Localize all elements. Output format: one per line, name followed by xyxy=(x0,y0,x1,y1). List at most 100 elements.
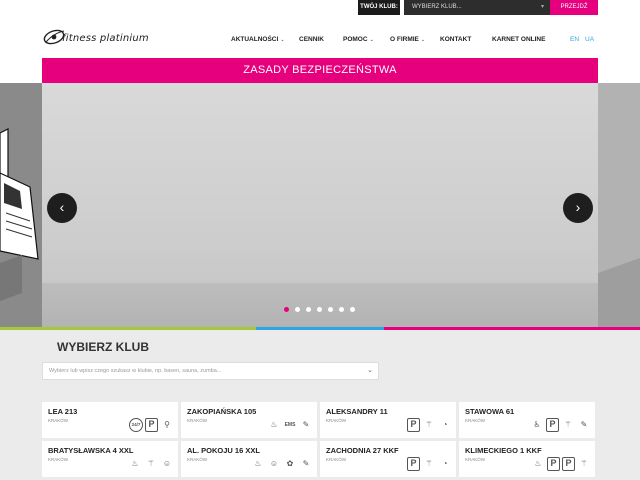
lang-en-link[interactable]: EN xyxy=(570,36,579,43)
amenity-icons: ♨ P P ⚚ xyxy=(529,457,591,473)
amenity-icon: ✎ xyxy=(580,420,588,429)
amenity-icon: ⚲ xyxy=(164,420,170,429)
nav-label: AKTUALNOŚCI xyxy=(231,36,279,43)
club-name: BRATYSŁAWSKA 4 XXL xyxy=(48,446,134,455)
amenity-icon: ♨ xyxy=(131,459,139,468)
nav-item-pomoc[interactable]: POMOC ⌄ xyxy=(343,36,374,46)
amenity-icon: ⚚ xyxy=(147,459,155,468)
club-city: KRAKÓW xyxy=(326,418,347,423)
lang-ua-link[interactable]: UA xyxy=(585,36,594,43)
club-card[interactable]: ALEKSANDRY 11 KRAKÓW P ⚚ ◔ xyxy=(320,402,456,438)
club-select[interactable]: WYBIERZ KLUB... ▾ xyxy=(404,0,550,15)
hero-slider: ‹ › xyxy=(0,83,640,327)
amenity-icon: P xyxy=(145,418,158,432)
nav-label: O FIRMIE xyxy=(390,36,419,43)
amenity-icon: ⚚ xyxy=(425,420,433,429)
club-label: TWÓJ KLUB: xyxy=(358,0,400,15)
club-city: KRAKÓW xyxy=(48,418,69,423)
club-name: ZACHODNIA 27 KKF xyxy=(326,446,399,455)
club-card[interactable]: KLIMECKIEGO 1 KKF KRAKÓW ♨ P P ⚚ xyxy=(459,441,595,477)
amenity-icons: ♨ ☺ ✿ ✎ xyxy=(249,457,313,473)
slider-dot[interactable] xyxy=(339,307,344,312)
slider-dot[interactable] xyxy=(284,307,289,312)
club-city: KRAKÓW xyxy=(187,457,208,462)
slide-next-peek xyxy=(598,83,640,327)
amenity-icons: ♨ ⚚ ☺ xyxy=(126,457,174,473)
club-card[interactable]: BRATYSŁAWSKA 4 XXL KRAKÓW ♨ ⚚ ☺ xyxy=(42,441,178,477)
amenity-icon: P xyxy=(547,457,560,471)
amenity-icon: ✿ xyxy=(286,459,294,468)
club-select-value: WYBIERZ KLUB... xyxy=(412,4,462,10)
nav-item-o-firmie[interactable]: O FIRMIE ⌄ xyxy=(390,36,425,46)
amenity-icon: ☺ xyxy=(162,459,172,468)
amenity-icon: P xyxy=(407,457,420,471)
amenity-icon: ⚚ xyxy=(564,420,572,429)
club-name: STAWOWA 61 xyxy=(465,407,515,416)
section-title: WYBIERZ KLUB xyxy=(57,340,149,354)
logo[interactable]: fitness platinium xyxy=(42,27,152,49)
club-card[interactable]: AL. POKOJU 16 XXL KRAKÓW ♨ ☺ ✿ ✎ xyxy=(181,441,317,477)
amenity-icon: 24/7 xyxy=(129,418,143,432)
amenity-icon: P xyxy=(546,418,559,432)
amenity-icon: P xyxy=(562,457,575,471)
slider-next-button[interactable]: › xyxy=(563,193,593,223)
club-city: KRAKÓW xyxy=(187,418,208,423)
nav-label: POMOC xyxy=(343,36,368,43)
logo-text: fitness platinium xyxy=(62,33,149,44)
banner-title: ZASADY BEZPIECZEŃSTWA xyxy=(42,58,598,83)
amenity-icons: ♿ P ⚚ ✎ xyxy=(528,418,591,434)
slider-dot[interactable] xyxy=(306,307,311,312)
amenity-icons: ♨ EMS ✎ xyxy=(265,418,313,434)
chevron-down-icon: ▾ xyxy=(540,4,544,10)
club-card[interactable]: LEA 213 KRAKÓW 24/7 P ⚲ xyxy=(42,402,178,438)
slider-dot[interactable] xyxy=(328,307,333,312)
club-city: KRAKÓW xyxy=(465,457,486,462)
slide-prev-peek xyxy=(0,83,42,327)
slider-dot[interactable] xyxy=(350,307,355,312)
slide-floor xyxy=(0,283,640,327)
club-city: KRAKÓW xyxy=(465,418,486,423)
club-name: ALEKSANDRY 11 xyxy=(326,407,388,416)
amenity-icon: ✎ xyxy=(302,459,310,468)
nav-item-aktualnosci[interactable]: AKTUALNOŚCI ⌄ xyxy=(231,36,285,46)
go-button[interactable]: PRZEJDŹ xyxy=(550,0,598,15)
club-city: KRAKÓW xyxy=(326,457,347,462)
amenity-icon: ♨ xyxy=(270,420,278,429)
slider-dot[interactable] xyxy=(317,307,322,312)
poster-illustration xyxy=(0,83,42,327)
nav-item-cennik[interactable]: CENNIK xyxy=(299,36,324,46)
nav-label: CENNIK xyxy=(299,36,324,43)
nav-label: KARNET ONLINE xyxy=(492,36,546,43)
club-card[interactable]: STAWOWA 61 KRAKÓW ♿ P ⚚ ✎ xyxy=(459,402,595,438)
amenity-icon: ♿ xyxy=(533,420,541,429)
club-city: KRAKÓW xyxy=(48,457,69,462)
nav-item-karnet-online[interactable]: KARNET ONLINE xyxy=(492,36,545,46)
club-selector-bar: TWÓJ KLUB: WYBIERZ KLUB... ▾ PRZEJDŹ xyxy=(0,0,640,15)
club-name: KLIMECKIEGO 1 KKF xyxy=(465,446,542,455)
amenity-icons: P ⚚ ◔ xyxy=(405,418,452,434)
chevron-down-icon: ⌄ xyxy=(280,37,285,43)
amenity-icon: ⚚ xyxy=(580,459,588,468)
nav-item-kontakt[interactable]: KONTAKT xyxy=(440,36,471,46)
chevron-right-icon: › xyxy=(575,199,581,215)
amenity-icon: ✎ xyxy=(302,420,310,429)
club-name: ZAKOPIAŃSKA 105 xyxy=(187,407,257,416)
club-search-select[interactable]: Wybierz lub wpisz czego szukasz w klubie… xyxy=(42,362,379,380)
club-name: LEA 213 xyxy=(48,407,78,416)
chevron-down-icon: ⌄ xyxy=(369,37,374,43)
club-card[interactable]: ZACHODNIA 27 KKF KRAKÓW P ⚚ ◔ xyxy=(320,441,456,477)
nav-label: KONTAKT xyxy=(440,36,472,43)
slider-dot[interactable] xyxy=(295,307,300,312)
slider-prev-button[interactable]: ‹ xyxy=(47,193,77,223)
amenity-icon: ◔ xyxy=(442,420,448,429)
club-card[interactable]: ZAKOPIAŃSKA 105 KRAKÓW ♨ EMS ✎ xyxy=(181,402,317,438)
amenity-icon: EMS xyxy=(284,422,296,428)
amenity-icon: ⚚ xyxy=(425,459,433,468)
search-placeholder: Wybierz lub wpisz czego szukasz w klubie… xyxy=(49,368,222,374)
amenity-icon: ♨ xyxy=(534,459,542,468)
wall-illustration xyxy=(598,83,640,327)
amenity-icon: P xyxy=(407,418,420,432)
chevron-down-icon: ⌄ xyxy=(367,367,373,374)
slider-dots xyxy=(284,307,361,313)
amenity-icon: ◔ xyxy=(442,459,448,468)
